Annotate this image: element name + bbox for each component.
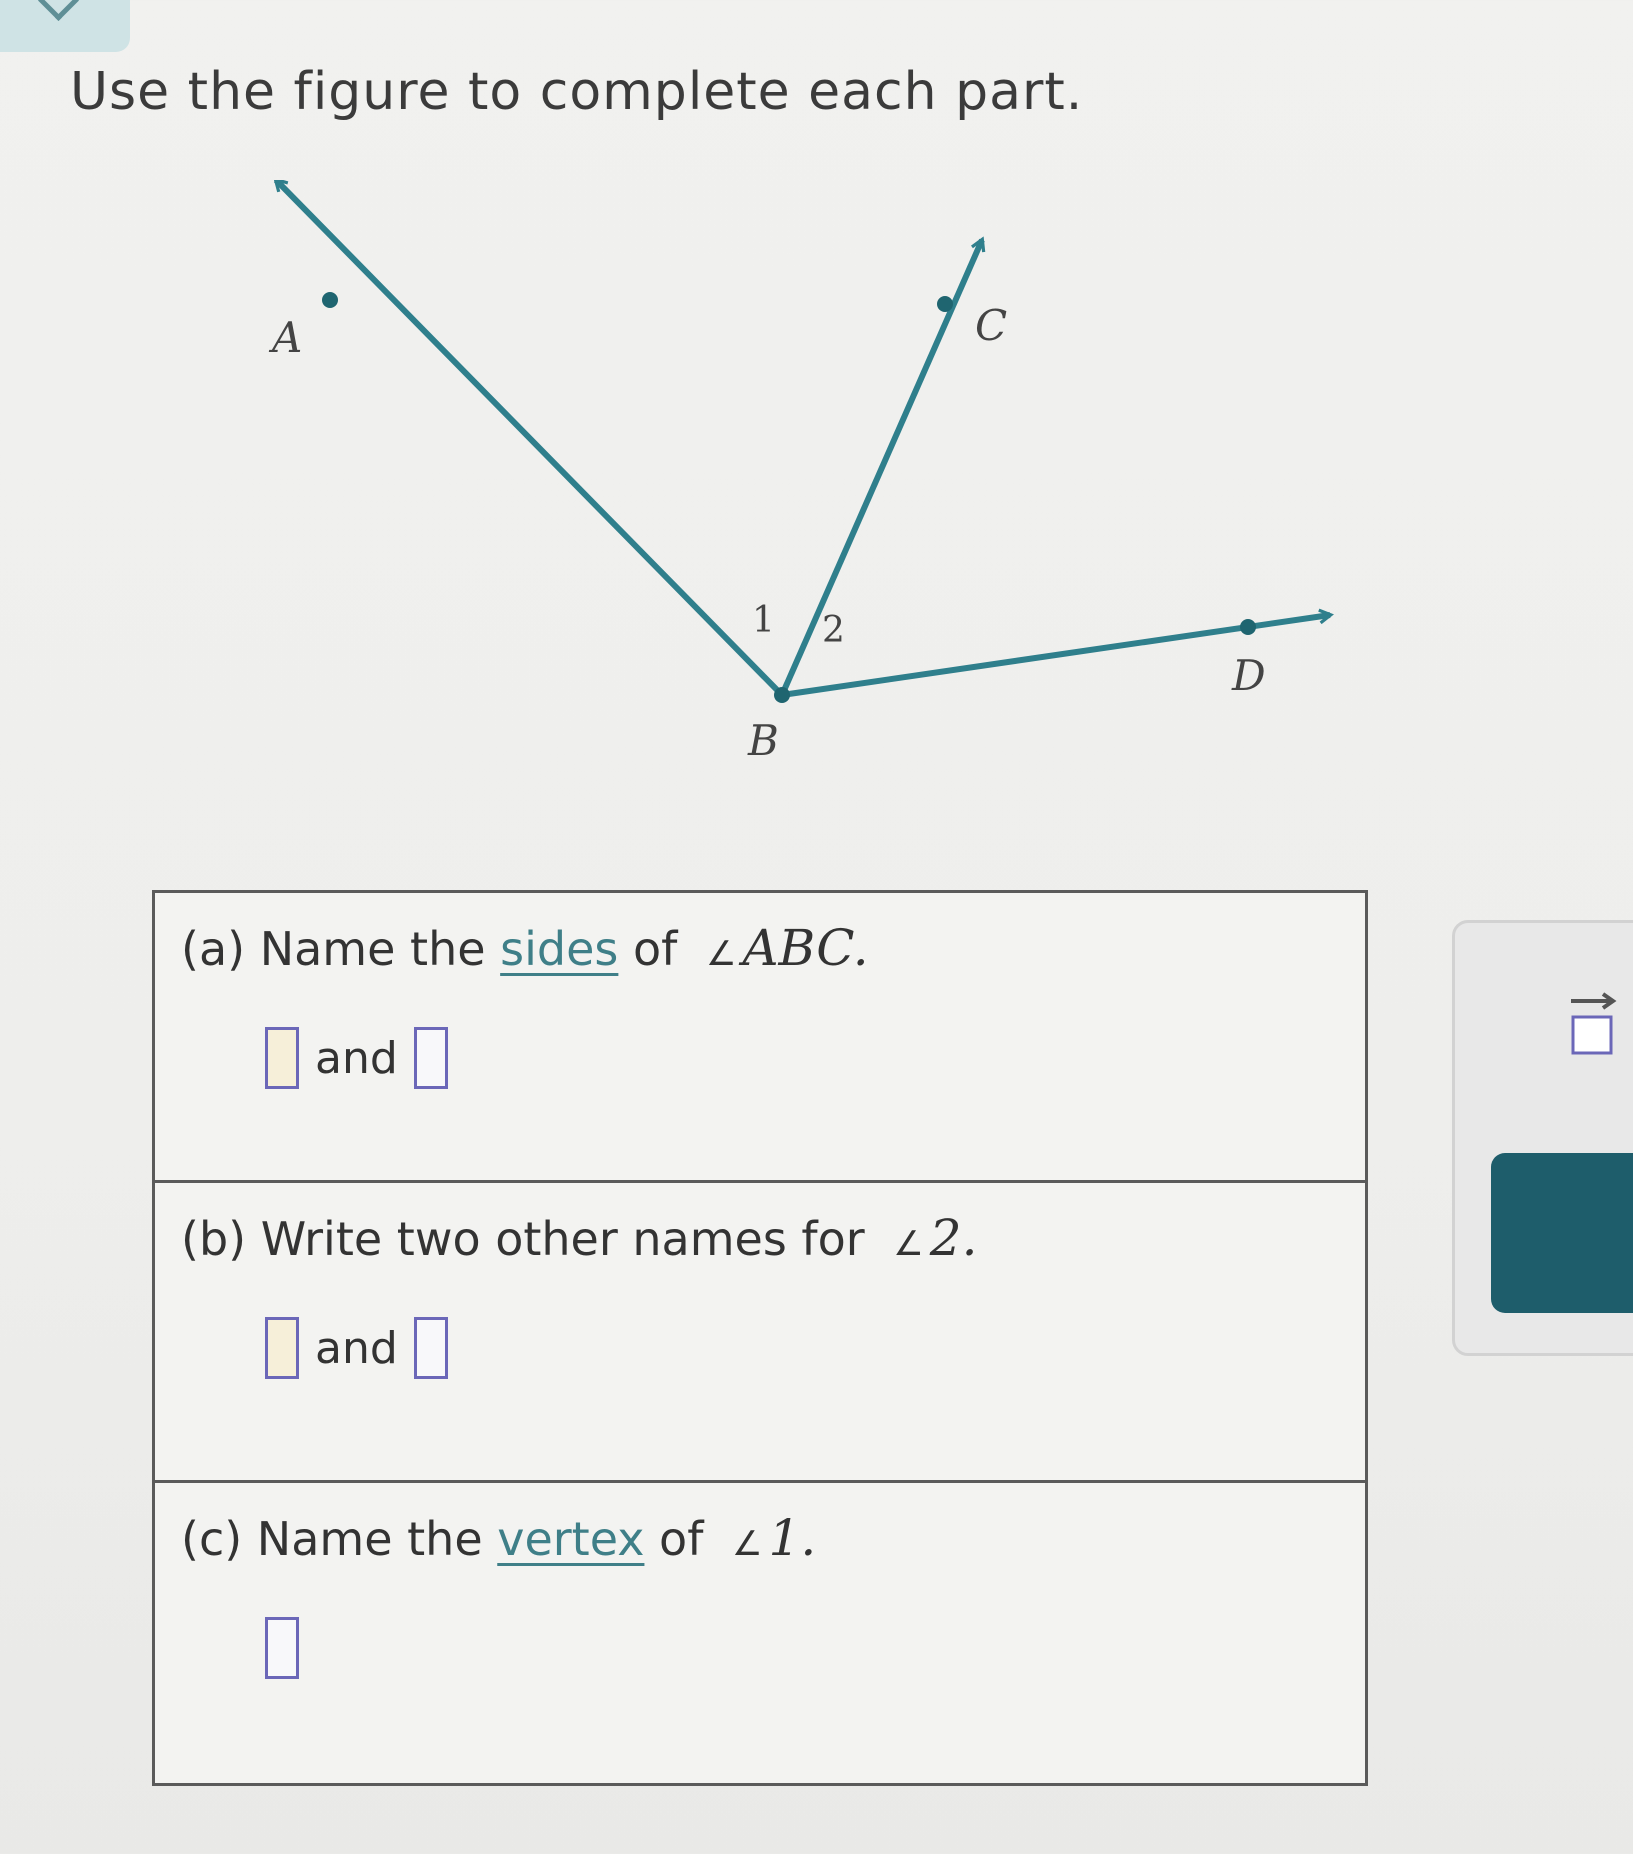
label-d: D xyxy=(1231,651,1266,700)
point-d xyxy=(1240,619,1256,635)
label-b: B xyxy=(747,716,779,765)
vertex-term-link[interactable]: vertex xyxy=(497,1512,644,1566)
angle-label-1: 1 xyxy=(752,600,775,641)
point-c xyxy=(937,296,953,312)
angle-symbol: ∠ xyxy=(732,1524,763,1564)
part-b-connector: and xyxy=(315,1322,398,1374)
part-b-prompt: (b) Write two other names for ∠ 2. xyxy=(181,1209,1339,1267)
math-tools-panel xyxy=(1452,920,1633,1356)
point-a xyxy=(322,292,338,308)
part-c-label: (c) Name the xyxy=(181,1512,498,1566)
part-b-answer-1[interactable] xyxy=(265,1317,299,1379)
instructions-text: Use the figure to complete each part. xyxy=(70,62,1084,122)
ray-bc xyxy=(779,240,982,697)
part-b-end: . xyxy=(961,1209,978,1267)
part-c-prompt: (c) Name the vertex of ∠ 1. xyxy=(181,1509,1339,1567)
angle-symbol: ∠ xyxy=(705,934,737,974)
part-b: (b) Write two other names for ∠ 2. and xyxy=(155,1183,1365,1483)
angle-symbol: ∠ xyxy=(893,1224,924,1264)
part-b-angle-name: 2 xyxy=(929,1209,962,1267)
part-a-prompt: (a) Name the sides of ∠ ABC. xyxy=(181,919,1339,977)
part-c: (c) Name the vertex of ∠ 1. xyxy=(155,1483,1365,1783)
part-a-answer-2[interactable] xyxy=(413,1027,448,1089)
part-b-answer-2[interactable] xyxy=(413,1317,448,1379)
part-c-end: . xyxy=(800,1509,817,1567)
part-a-answer-1[interactable] xyxy=(265,1027,299,1089)
part-a: (a) Name the sides of ∠ ABC. and xyxy=(155,893,1365,1183)
undo-icon xyxy=(1598,1183,1633,1261)
part-a-answers: and xyxy=(265,1027,1339,1089)
ray-ba xyxy=(276,180,785,698)
part-c-answers xyxy=(265,1617,1339,1679)
part-a-connector: and xyxy=(315,1032,398,1084)
angle-label-2: 2 xyxy=(822,610,845,651)
label-a: A xyxy=(268,313,302,362)
ray-template-icon[interactable] xyxy=(1565,989,1619,1059)
undo-button[interactable] xyxy=(1491,1153,1633,1313)
question-table: (a) Name the sides of ∠ ABC. and (b) Writ… xyxy=(152,890,1368,1786)
part-c-mid: of xyxy=(644,1512,719,1566)
part-b-label: (b) Write two other names for xyxy=(181,1212,880,1266)
part-a-end: . xyxy=(852,919,869,977)
part-c-answer-1[interactable] xyxy=(265,1617,299,1679)
part-a-label: (a) Name the xyxy=(181,922,501,976)
point-b xyxy=(774,687,790,703)
label-c: C xyxy=(975,301,1007,350)
part-c-angle-name: 1 xyxy=(768,1509,801,1567)
part-a-angle-name: ABC xyxy=(742,919,853,977)
top-collapse-tab[interactable] xyxy=(0,0,130,52)
part-b-answers: and xyxy=(265,1317,1339,1379)
sides-term-link[interactable]: sides xyxy=(500,922,618,976)
angle-figure: A B C D 1 2 xyxy=(268,180,1380,765)
part-a-mid: of xyxy=(618,922,692,976)
chevron-down-icon xyxy=(37,0,80,22)
